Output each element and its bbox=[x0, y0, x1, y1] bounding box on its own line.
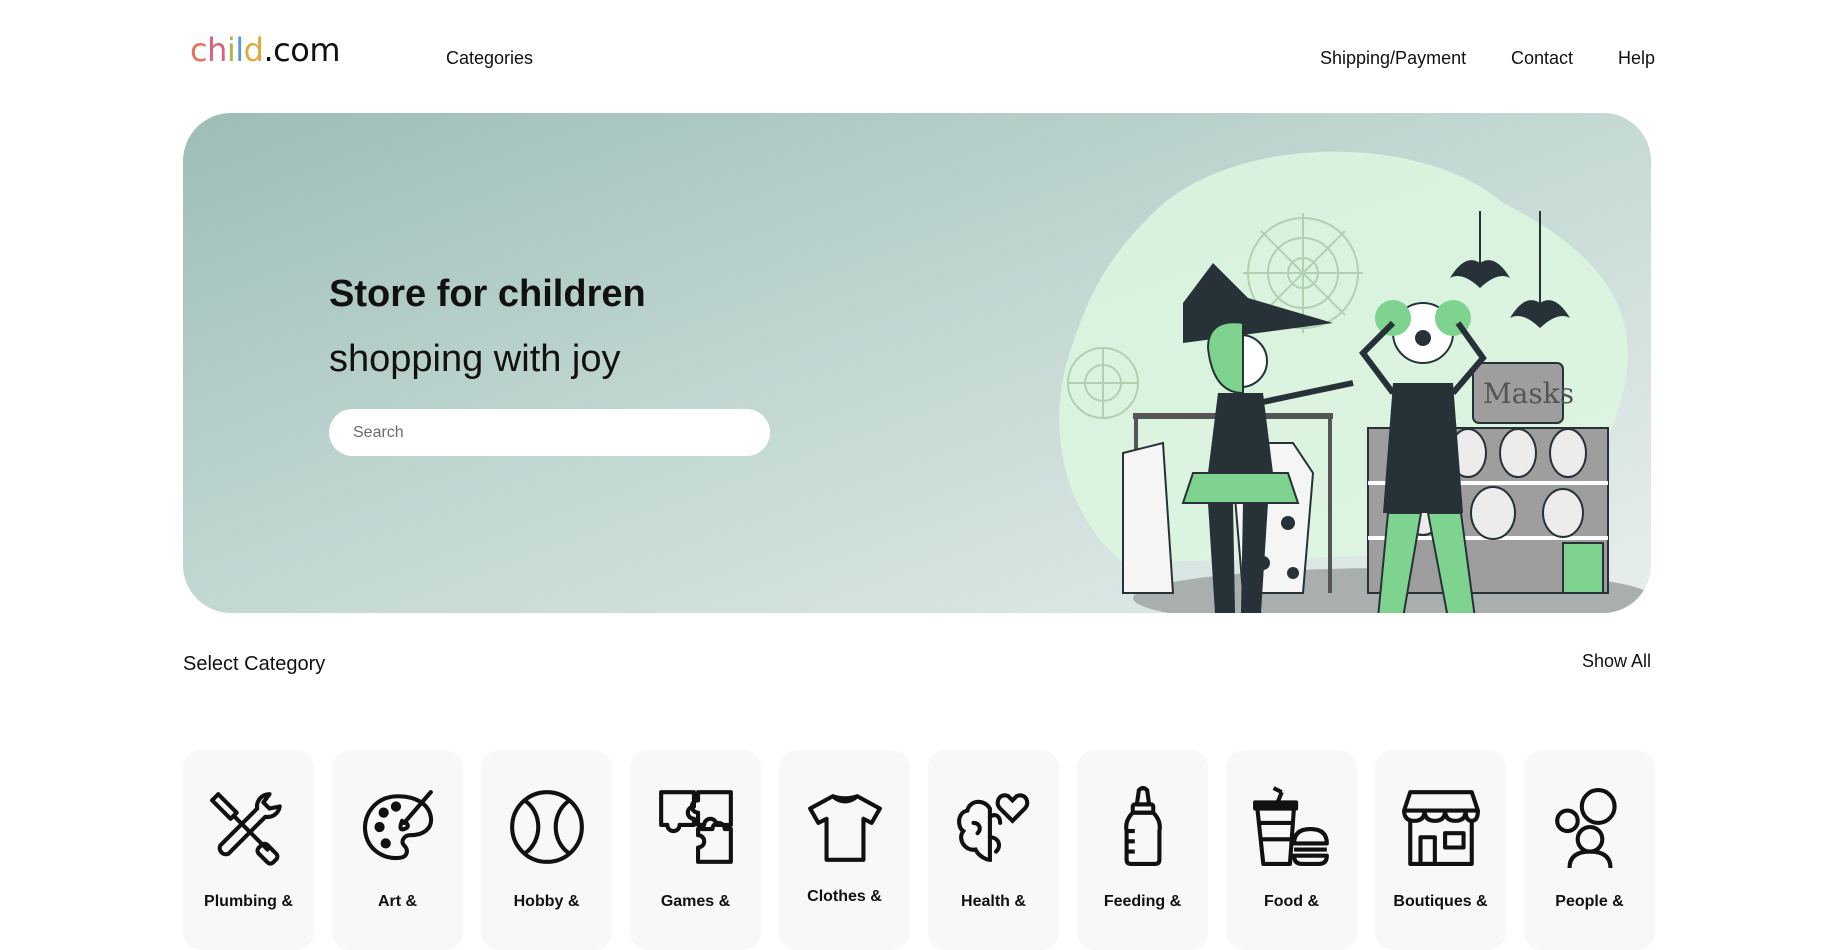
hero-title: Store for children bbox=[329, 273, 646, 315]
select-category-heading: Select Category bbox=[183, 653, 326, 675]
category-label: Feeding & bbox=[1103, 893, 1182, 910]
category-label: Clothes & bbox=[807, 888, 882, 905]
baby-bottle-icon bbox=[1124, 786, 1162, 866]
puzzle-icon bbox=[659, 790, 733, 864]
category-label: Food & bbox=[1263, 893, 1320, 910]
category-list: Plumbing & Art & Hobby & Games & Clothes… bbox=[183, 750, 1655, 950]
category-card-feeding[interactable]: Feeding & bbox=[1077, 750, 1208, 950]
store-icon bbox=[1402, 790, 1480, 866]
nav-help[interactable]: Help bbox=[1618, 48, 1655, 69]
category-card-hobby[interactable]: Hobby & bbox=[481, 750, 612, 950]
category-label: Health & bbox=[961, 893, 1026, 910]
category-card-people[interactable]: People & bbox=[1524, 750, 1655, 950]
fast-food-icon bbox=[1253, 786, 1329, 866]
category-card-food[interactable]: Food & bbox=[1226, 750, 1357, 950]
category-label: Boutiques & bbox=[1393, 893, 1488, 910]
category-card-art[interactable]: Art & bbox=[332, 750, 463, 950]
site-logo[interactable]: child.com bbox=[190, 34, 340, 66]
masks-sign: Masks bbox=[1483, 377, 1574, 410]
category-card-health[interactable]: Health & bbox=[928, 750, 1059, 950]
tools-icon bbox=[210, 792, 282, 866]
palette-icon bbox=[363, 790, 434, 860]
halloween-costume-illustration: Masks bbox=[1059, 151, 1651, 613]
show-all-link[interactable]: Show All bbox=[1582, 651, 1651, 672]
logo-letter: .com bbox=[263, 31, 340, 69]
category-label: Plumbing & bbox=[204, 893, 293, 910]
hero-subtitle: shopping with joy bbox=[329, 338, 621, 380]
brain-heart-icon bbox=[957, 793, 1030, 862]
category-label: Hobby & bbox=[513, 893, 580, 910]
logo-letter: l bbox=[235, 31, 244, 69]
category-label: People & bbox=[1555, 893, 1624, 910]
logo-letter: c bbox=[190, 31, 208, 69]
search-input[interactable] bbox=[329, 409, 770, 456]
logo-letter: d bbox=[243, 31, 264, 69]
tshirt-icon bbox=[808, 794, 882, 862]
category-card-clothes[interactable]: Clothes & bbox=[779, 750, 910, 950]
logo-letter: i bbox=[226, 31, 236, 69]
nav-contact[interactable]: Contact bbox=[1511, 48, 1573, 69]
people-icon bbox=[1555, 788, 1617, 868]
ball-icon bbox=[510, 790, 584, 864]
category-card-boutiques[interactable]: Boutiques & bbox=[1375, 750, 1506, 950]
category-label: Art & bbox=[377, 893, 418, 910]
category-card-plumbing[interactable]: Plumbing & bbox=[183, 750, 314, 950]
category-label: Games & bbox=[660, 893, 731, 910]
nav-categories[interactable]: Categories bbox=[446, 48, 533, 69]
hero-banner: Store for children shopping with joy Sea… bbox=[183, 113, 1651, 613]
nav-shipping-payment[interactable]: Shipping/Payment bbox=[1320, 48, 1466, 69]
logo-letter: h bbox=[207, 31, 227, 69]
category-card-games[interactable]: Games & bbox=[630, 750, 761, 950]
